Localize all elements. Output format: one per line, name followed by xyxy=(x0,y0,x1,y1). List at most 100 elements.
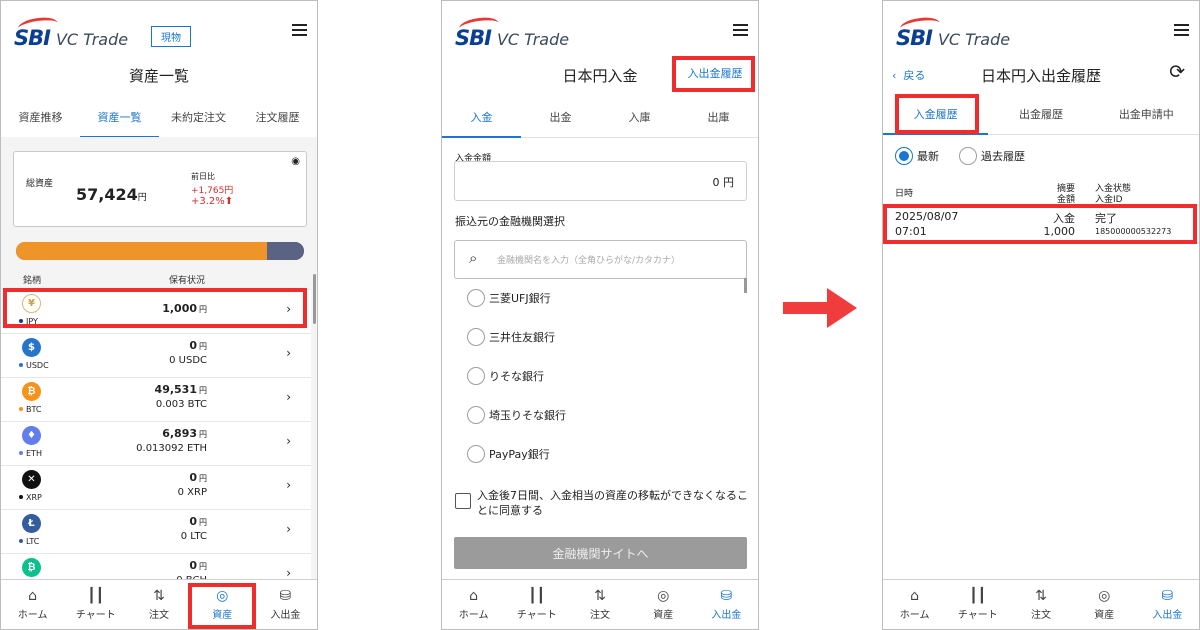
agree-checkbox-row[interactable]: 入金後7日間、入金相当の資産の移転ができなくなることに同意する xyxy=(455,488,750,518)
sbi-vc-trade-logo: SBI VC Trade xyxy=(455,15,569,50)
bottom-nav: ⌂ ホーム ┃┃ チャート ⇅ 注文 ◎ 資産 ⛁ 入出金 xyxy=(1,579,317,629)
radio-past-button[interactable] xyxy=(959,147,977,165)
nav-order[interactable]: ⇅ 注文 xyxy=(568,580,631,629)
bank-radio[interactable] xyxy=(467,406,485,424)
tab-withdraw-pending[interactable]: 出金申請中 xyxy=(1094,96,1199,134)
agree-text: 入金後7日間、入金相当の資産の移転ができなくなることに同意する xyxy=(477,489,748,517)
asset-row-xrp[interactable]: ✕ XRP 0 円 0 XRP › xyxy=(1,465,311,509)
radio-past[interactable]: 過去履歴 xyxy=(959,147,1025,165)
nav-order[interactable]: ⇅ 注文 xyxy=(127,580,190,629)
eye-icon[interactable]: ◉ xyxy=(291,156,300,167)
chevron-right-icon[interactable]: › xyxy=(286,566,291,580)
tab-order-history[interactable]: 注文履歴 xyxy=(238,99,317,137)
chevron-right-icon[interactable]: › xyxy=(286,434,291,448)
radio-latest-button[interactable] xyxy=(895,147,913,165)
nav-home[interactable]: ⌂ ホーム xyxy=(883,580,946,629)
asset-row-usdc[interactable]: $ USDC 0 円 0 USDC › xyxy=(1,333,311,377)
sbi-vc-trade-logo: SBI VC Trade xyxy=(14,15,128,50)
history-row[interactable]: 2025/08/07 07:01 入金 1,000 完了 18500000053… xyxy=(883,205,1199,243)
deposit-tabs: 入金 出金 入庫 出庫 xyxy=(442,99,758,138)
deposit-history-link[interactable]: 入出金履歴 xyxy=(675,56,755,90)
jpy-history-screen: SBI VC Trade ‹ 戻る 日本円入出金履歴 ⟳ 入金履歴 出金履歴 出金… xyxy=(882,0,1200,630)
nav-home[interactable]: ⌂ ホーム xyxy=(442,580,505,629)
nav-assets[interactable]: ◎ 資産 xyxy=(1073,580,1136,629)
bank-radio[interactable] xyxy=(467,445,485,463)
nav-chart[interactable]: ┃┃ チャート xyxy=(946,580,1009,629)
bank-option[interactable]: PayPay銀行 xyxy=(467,445,550,463)
nav-order[interactable]: ⇅ 注文 xyxy=(1009,580,1072,629)
nav-home[interactable]: ⌂ ホーム xyxy=(1,580,64,629)
history-status: 完了 xyxy=(1095,212,1117,225)
menu-icon[interactable] xyxy=(1174,24,1189,36)
chevron-right-icon[interactable]: › xyxy=(286,302,291,316)
tab-asset-list[interactable]: 資産一覧 xyxy=(80,99,159,138)
tab-receive[interactable]: 入庫 xyxy=(600,99,679,137)
menu-icon[interactable] xyxy=(292,24,307,36)
nav-deposit-withdraw[interactable]: ⛁ 入出金 xyxy=(1136,580,1199,629)
asset-jpy-value: 0円 xyxy=(189,339,207,352)
asset-row-ltc[interactable]: Ł LTC 0 円 0 LTC › xyxy=(1,509,311,553)
bank-radio[interactable] xyxy=(467,328,485,346)
refresh-icon[interactable]: ⟳ xyxy=(1169,61,1185,83)
bank-list-scrollbar[interactable] xyxy=(744,278,747,293)
bank-site-button[interactable]: 金融機関サイトへ xyxy=(454,537,747,569)
candlestick-icon: ┃┃ xyxy=(87,588,105,604)
asset-jpy-value: 0円 xyxy=(189,515,207,528)
tab-open-orders[interactable]: 未約定注文 xyxy=(159,99,238,137)
nav-assets[interactable]: ◎ 資産 xyxy=(632,580,695,629)
chevron-right-icon[interactable]: › xyxy=(286,478,291,492)
deposit-icon: ⛁ xyxy=(1161,588,1174,604)
bank-option[interactable]: 三菱UFJ銀行 xyxy=(467,289,551,307)
tab-withdraw-history[interactable]: 出金履歴 xyxy=(988,96,1093,134)
asset-row-eth[interactable]: ♦ ETH 6,893 円 0.013092 ETH › xyxy=(1,421,311,465)
asset-jpy-value: 0円 xyxy=(189,559,207,572)
jpy-deposit-screen: SBI VC Trade 日本円入金 入出金履歴 入金 出金 入庫 出庫 入金金額… xyxy=(441,0,759,630)
flow-arrow-icon xyxy=(783,288,857,328)
column-holding: 保有状況 xyxy=(169,276,206,286)
asset-row-btc[interactable]: ₿ BTC 49,531 円 0.003 BTC › xyxy=(1,377,311,421)
asset-symbol: JPY xyxy=(19,317,38,326)
bank-option[interactable]: 埼玉りそな銀行 xyxy=(467,406,566,424)
nav-chart[interactable]: ┃┃ チャート xyxy=(64,580,127,629)
nav-chart[interactable]: ┃┃ チャート xyxy=(505,580,568,629)
asset-symbol: BTC xyxy=(19,405,42,414)
chevron-right-icon[interactable]: › xyxy=(286,390,291,404)
bank-search-input[interactable]: ⌕ 金融機関名を入力（全角ひらがな/カタカナ） xyxy=(454,240,747,279)
asset-quantity: 0.013092 ETH xyxy=(136,443,207,454)
tab-deposit[interactable]: 入金 xyxy=(442,99,521,138)
tab-deposit-history[interactable]: 入金履歴 xyxy=(883,96,989,135)
bank-option[interactable]: 三井住友銀行 xyxy=(467,328,555,346)
bank-radio[interactable] xyxy=(467,289,485,307)
tab-send[interactable]: 出庫 xyxy=(679,99,758,137)
chevron-right-icon[interactable]: › xyxy=(286,346,291,360)
day-change-label: 前日比 xyxy=(191,172,215,181)
agree-checkbox[interactable] xyxy=(455,493,471,509)
history-id: 185000000532273 xyxy=(1095,227,1172,236)
total-asset-label: 総資産 xyxy=(26,179,54,189)
tab-withdraw[interactable]: 出金 xyxy=(521,99,600,137)
amount-input[interactable]: 0 円 xyxy=(454,161,747,201)
history-time: 07:01 xyxy=(895,225,927,238)
menu-icon[interactable] xyxy=(733,24,748,36)
asset-row-jpy[interactable]: ¥ JPY 1,000 円 › xyxy=(1,289,311,333)
spot-badge[interactable]: 現物 xyxy=(151,26,191,47)
chevron-right-icon[interactable]: › xyxy=(286,522,291,536)
bank-name: 三菱UFJ銀行 xyxy=(489,292,551,305)
scrollbar[interactable] xyxy=(313,274,316,324)
nav-deposit-withdraw[interactable]: ⛁ 入出金 xyxy=(254,580,317,629)
bank-option[interactable]: りそな銀行 xyxy=(467,367,544,385)
tab-asset-history[interactable]: 資産推移 xyxy=(1,99,80,137)
history-tabs: 入金履歴 出金履歴 出金申請中 xyxy=(883,96,1199,135)
up-arrow-icon: ⬆ xyxy=(224,196,234,207)
bank-radio[interactable] xyxy=(467,367,485,385)
search-icon: ⌕ xyxy=(469,249,478,267)
day-change-percent: +3.2%⬆ xyxy=(191,196,234,207)
asset-quantity: 0 XRP xyxy=(177,487,207,498)
home-icon: ⌂ xyxy=(28,588,38,604)
nav-deposit-withdraw[interactable]: ⛁ 入出金 xyxy=(695,580,758,629)
home-icon: ⌂ xyxy=(469,588,479,604)
asset-jpy-value: 1,000 円 xyxy=(162,302,207,315)
nav-assets[interactable]: ◎ 資産 xyxy=(191,580,254,629)
radio-latest[interactable]: 最新 xyxy=(895,147,939,165)
bank-name: 埼玉りそな銀行 xyxy=(489,409,566,422)
